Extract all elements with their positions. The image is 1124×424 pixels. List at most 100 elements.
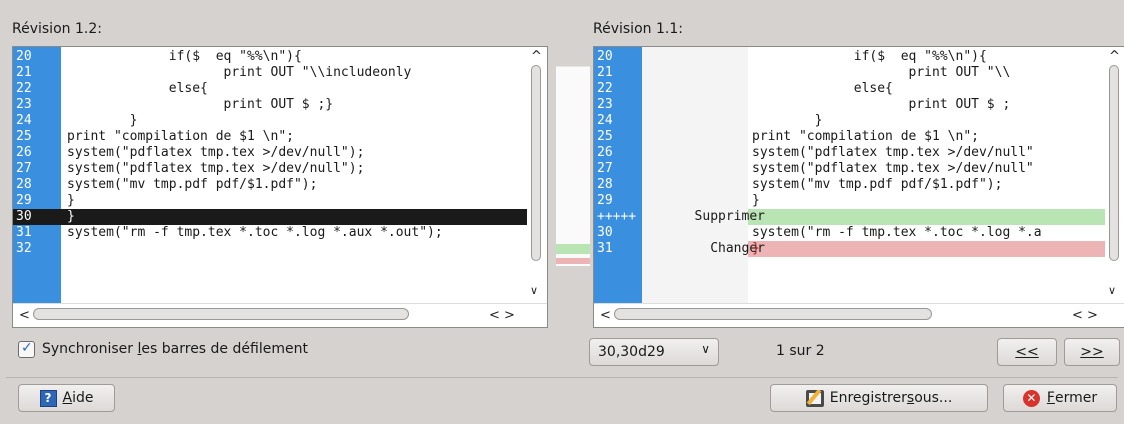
left-horizontal-scrollbar[interactable]: < < > <box>13 303 547 327</box>
code-line: 26 system("pdflatex tmp.tex >/dev/null" <box>594 145 1124 161</box>
code-line: +++++ Supprimer <box>594 209 1124 225</box>
sync-scrollbars-label[interactable]: Synchroniser les barres de défilement <box>42 341 308 357</box>
line-number: 21 <box>597 65 613 80</box>
line-number: 28 <box>16 177 32 192</box>
code-line: 23 print OUT $ ; <box>594 97 1124 113</box>
code-line: 21 print OUT "\\ <box>594 65 1124 81</box>
right-vertical-scrollbar[interactable]: ^ ∨ <box>1105 47 1123 303</box>
code-text: } <box>752 241 760 256</box>
code-line: 22 else{ <box>594 81 1124 97</box>
code-line: 28 system("mv tmp.pdf pdf/$1.pdf"); <box>13 177 547 193</box>
line-number: 24 <box>16 113 32 128</box>
help-button[interactable]: ? Aide <box>18 384 115 412</box>
code-line: 20 if($ eq "%%\n"){ <box>594 49 1124 65</box>
code-text: system("mv tmp.pdf pdf/$1.pdf"); <box>67 177 318 192</box>
scroll-down-icon[interactable]: ∨ <box>530 283 538 299</box>
code-line: 23 print OUT $ ;} <box>13 97 547 113</box>
line-number: 27 <box>16 161 32 176</box>
code-line: 24 } <box>13 113 547 129</box>
line-number: 24 <box>597 113 613 128</box>
code-text: else{ <box>67 81 208 96</box>
scroll-down-icon[interactable]: ∨ <box>1108 283 1116 299</box>
line-number: 29 <box>597 193 613 208</box>
code-line: 27 system("pdflatex tmp.tex >/dev/null"); <box>13 161 547 177</box>
code-line: 20 if($ eq "%%\n"){ <box>13 49 547 65</box>
diff-connector <box>556 66 590 266</box>
code-text: } <box>67 209 75 224</box>
close-icon: ✕ <box>1022 389 1040 407</box>
right-diff-editor[interactable]: 20 if($ eq "%%\n"){21 print OUT "\\ 22 el… <box>593 46 1124 328</box>
line-number: 30 <box>16 209 32 224</box>
scroll-up-icon[interactable]: ^ <box>1109 49 1120 65</box>
line-number: 26 <box>16 145 32 160</box>
left-diff-editor[interactable]: 20 if($ eq "%%\n"){21 print OUT "\\inclu… <box>12 46 548 328</box>
deleted-line-highlight <box>748 209 1108 225</box>
code-text: print "compilation de $1 \n"; <box>752 129 979 144</box>
line-number: 29 <box>16 193 32 208</box>
code-text: } <box>67 113 138 128</box>
code-line: 22 else{ <box>13 81 547 97</box>
code-line: 30 system("rm -f tmp.tex *.toc *.log *.a <box>594 225 1124 241</box>
line-number: 25 <box>16 129 32 144</box>
code-line: 25 print "compilation de $1 \n"; <box>594 129 1124 145</box>
code-text: system("pdflatex tmp.tex >/dev/null"); <box>67 145 365 160</box>
line-number: 22 <box>597 81 613 96</box>
code-text: else{ <box>752 81 893 96</box>
line-number: 28 <box>597 177 613 192</box>
diff-counter: 1 sur 2 <box>776 343 825 359</box>
line-number: 20 <box>597 49 613 64</box>
line-number: 21 <box>16 65 32 80</box>
connector-deleted-mark <box>556 244 590 254</box>
changed-line-highlight <box>748 241 1108 257</box>
line-number: +++++ <box>597 209 637 224</box>
scroll-up-icon[interactable]: ^ <box>531 49 542 65</box>
code-text: system("pdflatex tmp.tex >/dev/null" <box>752 145 1034 160</box>
code-text: } <box>752 113 823 128</box>
line-number: 22 <box>16 81 32 96</box>
code-text: print OUT $ ; <box>752 97 1011 112</box>
right-horizontal-thumb[interactable] <box>614 308 932 320</box>
code-line: 31 Changer} <box>594 241 1124 257</box>
scroll-right-icon[interactable]: < > <box>1072 308 1098 324</box>
code-text: system("pdflatex tmp.tex >/dev/null"); <box>67 161 365 176</box>
code-text: if($ eq "%%\n"){ <box>67 49 302 64</box>
code-text: print OUT "\\includeonly <box>67 65 412 80</box>
code-text: print OUT $ ;} <box>67 97 334 112</box>
right-horizontal-scrollbar[interactable]: < < > <box>594 303 1124 327</box>
line-number: 31 <box>16 225 32 240</box>
code-text: } <box>752 193 760 208</box>
next-diff-button[interactable]: >> <box>1064 338 1120 366</box>
code-line: 26 system("pdflatex tmp.tex >/dev/null"); <box>13 145 547 161</box>
right-vertical-thumb[interactable] <box>1109 65 1119 261</box>
code-line: 21 print OUT "\\includeonly <box>13 65 547 81</box>
previous-diff-button[interactable]: << <box>997 338 1057 366</box>
line-number: 25 <box>597 129 613 144</box>
code-line: 27 system("pdflatex tmp.tex >/dev/null" <box>594 161 1124 177</box>
line-number: 27 <box>597 161 613 176</box>
code-text: system("rm -f tmp.tex *.toc *.log *.aux … <box>67 225 443 240</box>
scroll-right-icon[interactable]: < > <box>489 308 515 324</box>
sync-scrollbars-checkbox[interactable]: ✓ <box>18 340 35 358</box>
scroll-left-icon[interactable]: < <box>600 308 611 324</box>
code-line: 29} <box>13 193 547 209</box>
code-line: 25 print "compilation de $1 \n"; <box>13 129 547 145</box>
line-number: 23 <box>16 97 32 112</box>
code-line: 31 system("rm -f tmp.tex *.toc *.log *.au… <box>13 225 547 241</box>
left-vertical-thumb[interactable] <box>531 65 541 261</box>
line-number: 30 <box>597 225 613 240</box>
code-text: system("pdflatex tmp.tex >/dev/null" <box>752 161 1034 176</box>
chevron-down-icon: ∨ <box>701 342 710 356</box>
left-horizontal-thumb[interactable] <box>33 308 409 320</box>
close-button[interactable]: ✕ Fermer <box>1003 384 1117 412</box>
line-number: 23 <box>597 97 613 112</box>
help-icon: ? <box>39 389 57 407</box>
diff-select[interactable]: 30,30d29 ∨ <box>589 338 719 366</box>
check-icon: ✓ <box>21 340 33 356</box>
code-line: 30} <box>13 209 531 225</box>
save-as-button[interactable]: Enregistrer s ous... <box>770 384 988 412</box>
code-line: 28 system("mv tmp.pdf pdf/$1.pdf"); <box>594 177 1124 193</box>
scroll-left-icon[interactable]: < <box>19 308 30 324</box>
left-vertical-scrollbar[interactable]: ^ ∨ <box>527 47 545 303</box>
code-text: system("mv tmp.pdf pdf/$1.pdf"); <box>752 177 1003 192</box>
code-text: print OUT "\\ <box>752 65 1011 80</box>
